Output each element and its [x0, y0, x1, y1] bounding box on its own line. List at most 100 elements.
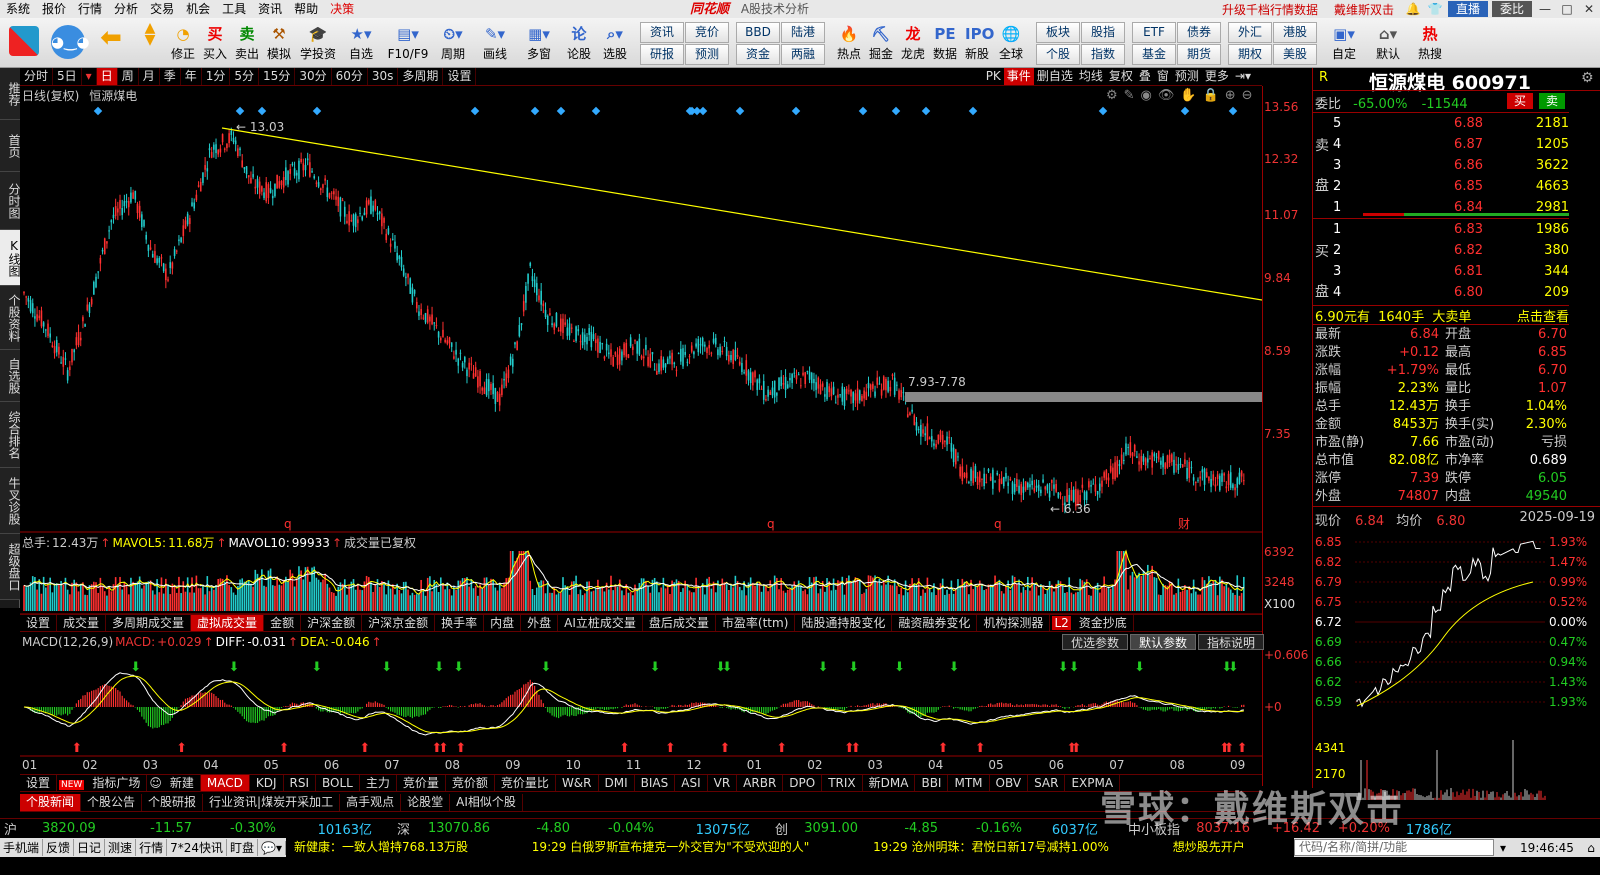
period-button[interactable]: ⏲▾ 周期	[434, 20, 472, 66]
discuss-button[interactable]: 论论股	[562, 20, 596, 66]
event-marker-icon[interactable]	[470, 106, 480, 116]
sector-tab[interactable]: 板块	[1036, 22, 1080, 43]
indicator-help-button[interactable]: 指标说明	[1198, 634, 1265, 650]
event-marker-icon[interactable]	[735, 106, 745, 116]
zx-label[interactable]: 中小板指	[1098, 819, 1180, 838]
sz-label[interactable]: 深	[372, 819, 410, 838]
live-button[interactable]: 直播	[1447, 1, 1488, 17]
layout-button[interactable]	[6, 20, 42, 66]
indicator-tab-12[interactable]: DMI	[599, 775, 635, 791]
bid-row-3[interactable]: 3 6.81 344	[1313, 263, 1569, 281]
voltab-virtual[interactable]: 虚拟成交量	[191, 615, 265, 631]
sh-label[interactable]: 沪	[4, 819, 42, 838]
indicator-tab-4[interactable]: KDJ	[250, 775, 284, 791]
dragon-button[interactable]: 龙龙虎	[896, 20, 930, 66]
voltab-bottom[interactable]: 资金抄底	[1073, 615, 1134, 631]
voltab-hs-amount[interactable]: 沪深金额	[301, 615, 363, 631]
hk-connect-tab[interactable]: 陆港	[781, 22, 825, 43]
indicator-tab-14[interactable]: ASI	[675, 775, 708, 791]
big-order-row[interactable]: 6.90元有 1640手 大卖单 点击查看	[1315, 306, 1569, 325]
news-tab-2[interactable]: 个股研报	[142, 794, 204, 811]
stock-tab[interactable]: 个股	[1036, 44, 1080, 65]
indicator-tab-1[interactable]: 指标广场	[86, 775, 148, 791]
us-stock-tab[interactable]: 美股	[1273, 44, 1317, 65]
voltab-amount[interactable]: 金额	[264, 615, 302, 631]
search-dropdown-icon[interactable]: ▾	[1494, 841, 1512, 855]
period-dropdown-icon[interactable]: ▾	[82, 68, 97, 85]
event-marker-icon[interactable]	[858, 106, 868, 116]
status-feedback[interactable]: 反馈	[43, 839, 75, 856]
voltab-inner[interactable]: 内盘	[484, 615, 522, 631]
ma-button[interactable]: 均线	[1076, 68, 1106, 85]
event-marker-icon[interactable]	[556, 106, 566, 116]
bid-row-2[interactable]: 2 6.82 380	[1313, 242, 1569, 260]
menu-analysis[interactable]: 分析	[108, 0, 144, 18]
sell-button[interactable]: 卖卖出	[230, 20, 264, 66]
quick-buy-button[interactable]: 买	[1507, 93, 1533, 109]
futures-tab[interactable]: 期货	[1177, 44, 1221, 65]
overlay-button[interactable]: 叠	[1136, 68, 1154, 85]
voltab-margin[interactable]: 融资融券变化	[892, 615, 978, 631]
window-button[interactable]: 窗	[1154, 68, 1172, 85]
bond-tab[interactable]: 债券	[1177, 22, 1221, 43]
upgrade-link[interactable]: 升级千档行情数据	[1214, 1, 1326, 18]
period-15min[interactable]: 15分	[259, 68, 296, 85]
event-marker-icon[interactable]	[257, 106, 267, 116]
period-30min[interactable]: 30分	[295, 68, 332, 85]
indicator-tab-21[interactable]: MTM	[948, 775, 990, 791]
menu-tools[interactable]: 工具	[216, 0, 252, 18]
f10-button[interactable]: ▤▾ F10/F9	[386, 20, 430, 66]
indicator-tab-24[interactable]: EXPMA	[1065, 775, 1121, 791]
ipo-button[interactable]: IPO 新股	[960, 20, 994, 66]
event-marker-icon[interactable]	[891, 106, 901, 116]
news-tab[interactable]: 资讯	[640, 22, 684, 43]
optimal-params-button[interactable]: 优选参数	[1062, 634, 1129, 650]
indicator-tab-17[interactable]: DPO	[783, 775, 823, 791]
expand-icon[interactable]: ⇥▾	[1232, 68, 1254, 85]
index-futures-tab[interactable]: 股指	[1081, 22, 1125, 43]
indicator-tab-16[interactable]: ARBR	[737, 775, 784, 791]
indicator-tab-13[interactable]: BIAS	[635, 775, 676, 791]
left-tab-watchlist[interactable]: 自选股	[0, 350, 21, 402]
forecast-tab[interactable]: 预测	[685, 44, 729, 65]
left-tab-timeshare[interactable]: 分时图	[0, 172, 21, 230]
event-button[interactable]: 事件	[1003, 68, 1034, 85]
buy-button[interactable]: 买买入	[198, 20, 232, 66]
menu-news[interactable]: 资讯	[252, 0, 288, 18]
menu-decision[interactable]: 决策	[324, 0, 360, 18]
indicator-tab-3[interactable]: MACD	[200, 775, 250, 791]
indicator-tab-2[interactable]: 新建	[164, 775, 201, 791]
event-marker-icon[interactable]	[698, 106, 708, 116]
fix-button[interactable]: ◔ 修正	[166, 20, 200, 66]
period-day[interactable]: 日	[96, 68, 118, 85]
fund-tab[interactable]: 基金	[1132, 44, 1176, 65]
capital-tab[interactable]: 资金	[736, 44, 780, 65]
options-tab[interactable]: 期权	[1228, 44, 1272, 65]
hk-stock-tab[interactable]: 港股	[1273, 22, 1317, 43]
picker-button[interactable]: ⌕▾ 选股	[596, 20, 634, 66]
menu-opportunity[interactable]: 机会	[180, 0, 216, 18]
research-tab[interactable]: 研报	[640, 44, 684, 65]
voltab-after[interactable]: 盘后成交量	[643, 615, 716, 631]
etf-tab[interactable]: ETF	[1132, 22, 1176, 43]
indicator-tab-6[interactable]: BOLL	[316, 775, 360, 791]
voltab-northbound[interactable]: 陆股通持股变化	[795, 615, 893, 631]
period-multi[interactable]: 多周期	[398, 68, 444, 85]
menu-trade[interactable]: 交易	[144, 0, 180, 18]
indicator-tab-18[interactable]: TRIX	[822, 775, 863, 791]
period-quarter[interactable]: 季	[160, 68, 181, 85]
event-marker-icon[interactable]	[968, 106, 978, 116]
voltab-outer[interactable]: 外盘	[521, 615, 559, 631]
custom-button[interactable]: ▣▾ 自定	[1324, 20, 1364, 66]
event-marker-icon[interactable]	[312, 106, 322, 116]
draw-button[interactable]: ✎▾ 画线	[476, 20, 514, 66]
adjust-button[interactable]: 复权	[1106, 68, 1136, 85]
indicator-tab-15[interactable]: VR	[708, 775, 738, 791]
close-icon[interactable]: ✕	[1578, 2, 1600, 16]
multiwin-button[interactable]: ▦▾ 多窗	[520, 20, 558, 66]
hot-button[interactable]: 🔥 热点	[832, 20, 866, 66]
period-1min[interactable]: 1分	[202, 68, 231, 85]
index-tab[interactable]: 指数	[1081, 44, 1125, 65]
news-tab-0[interactable]: 个股新闻	[20, 794, 82, 811]
period-settings[interactable]: 设置	[443, 68, 477, 85]
